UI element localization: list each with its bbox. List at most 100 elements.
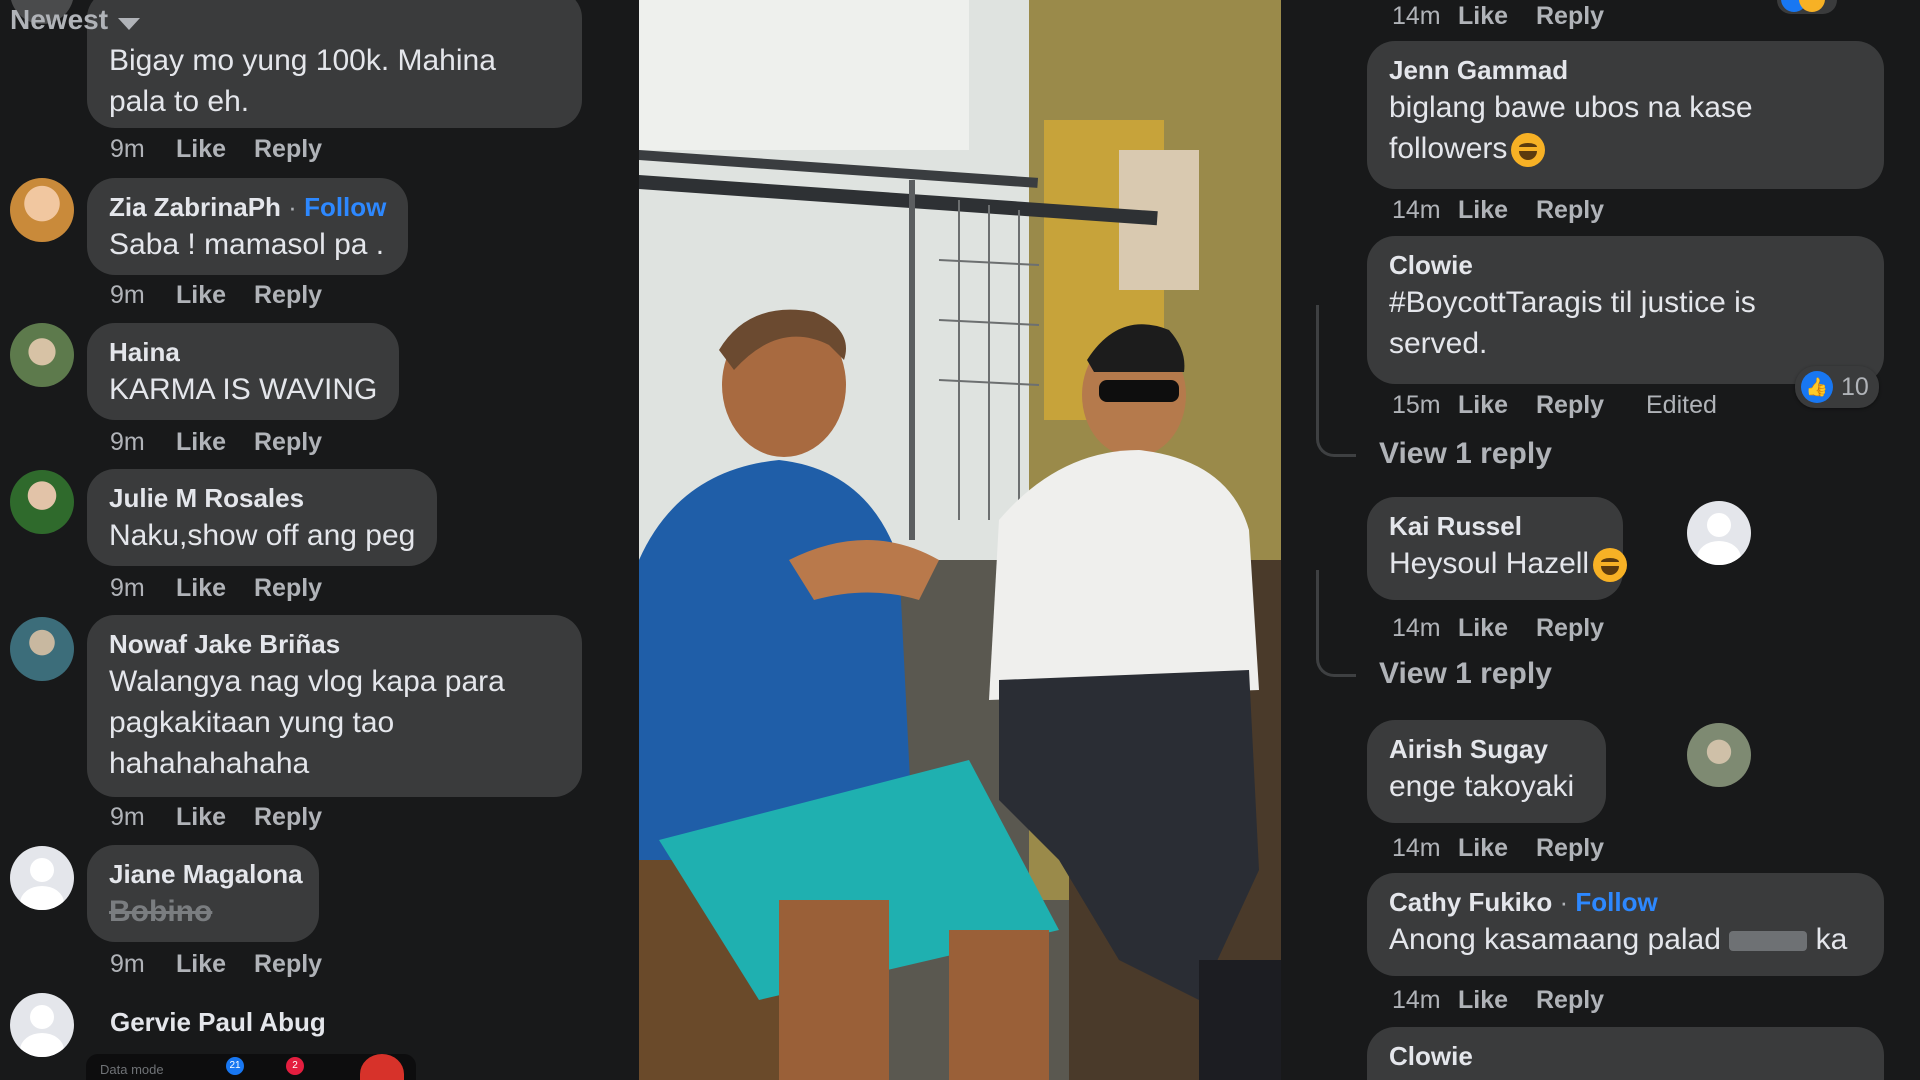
follow-button[interactable]: Follow: [1575, 887, 1657, 917]
left-comments-panel: Newest Bigay mo yung 100k. Mahina pala t…: [0, 0, 639, 1080]
avatar[interactable]: [10, 178, 74, 242]
reply-button[interactable]: Reply: [1536, 196, 1646, 225]
view-replies-link[interactable]: View 1 reply: [1379, 437, 1552, 471]
reply-button[interactable]: Reply: [254, 950, 364, 979]
commenter-name[interactable]: Cathy Fukiko · Follow: [1389, 885, 1862, 919]
comment-time[interactable]: 14m: [1392, 614, 1458, 643]
comment-time[interactable]: 14m: [1392, 2, 1458, 31]
separator-dot: ·: [1559, 887, 1569, 917]
reply-button[interactable]: Reply: [1536, 391, 1646, 420]
commenter-name[interactable]: Nowaf Jake Briñas: [109, 627, 560, 661]
comment-text: Naku,show off ang peg: [109, 519, 416, 552]
comment-actions: 9m Like Reply: [110, 135, 364, 164]
like-button[interactable]: Like: [1458, 614, 1536, 643]
separator-dot: ·: [288, 192, 297, 222]
avatar[interactable]: [1687, 723, 1751, 787]
commenter-name[interactable]: Zia ZabrinaPh · Follow: [109, 190, 386, 224]
avatar[interactable]: [10, 617, 74, 681]
like-button[interactable]: Like: [176, 135, 254, 164]
comment-time[interactable]: 9m: [110, 281, 176, 310]
comment-text-content: Anong kasamaang palad: [1389, 923, 1721, 956]
commenter-name[interactable]: Julie M Rosales: [109, 481, 415, 515]
comment-time[interactable]: 9m: [110, 574, 176, 603]
notification-badge: 2: [286, 1057, 304, 1075]
comment-text: Anong kasamaang palad ka: [1389, 919, 1862, 960]
comment-actions: 9m Like Reply: [110, 281, 364, 310]
like-button[interactable]: Like: [176, 428, 254, 457]
like-button[interactable]: Like: [1458, 986, 1536, 1015]
reply-button[interactable]: Reply: [1536, 614, 1646, 643]
comment-bubble: Jiane Magalona Bobino: [87, 845, 319, 942]
reply-button[interactable]: Reply: [254, 428, 364, 457]
video-player[interactable]: [639, 0, 1281, 1080]
commenter-name[interactable]: Jenn Gammad: [1389, 53, 1862, 87]
commenter-name[interactable]: Airish Sugay: [1389, 732, 1584, 766]
view-replies-link[interactable]: View 1 reply: [1379, 657, 1552, 691]
comment-time[interactable]: 14m: [1392, 834, 1458, 863]
commenter-name[interactable]: Jiane Magalona: [109, 857, 303, 891]
comment-text: Bigay mo yung 100k. Mahina pala to eh.: [109, 44, 496, 118]
comment-actions: 9m Like Reply: [110, 803, 364, 832]
commenter-name[interactable]: Kai Russel: [1389, 509, 1601, 543]
like-button[interactable]: Like: [1458, 196, 1536, 225]
comment-time[interactable]: 9m: [110, 950, 176, 979]
like-button[interactable]: Like: [1458, 391, 1536, 420]
like-button[interactable]: Like: [176, 803, 254, 832]
edited-label: Edited: [1646, 391, 1717, 419]
comment-time[interactable]: 14m: [1392, 196, 1458, 225]
reply-button[interactable]: Reply: [1536, 834, 1646, 863]
commenter-name[interactable]: Clowie: [1389, 248, 1862, 282]
avatar[interactable]: [10, 993, 74, 1057]
reaction-count-value: 10: [1841, 372, 1869, 401]
comment-time[interactable]: 9m: [110, 803, 176, 832]
comment-bubble: Jenn Gammad biglang bawe ubos na kase fo…: [1367, 41, 1884, 189]
like-button[interactable]: Like: [176, 281, 254, 310]
data-mode-label: Data mode: [100, 1062, 164, 1077]
embedded-screenshot-thumbnail: Data mode 21 2: [86, 1054, 416, 1080]
comment-actions: 14m Like Reply: [1392, 986, 1646, 1015]
comment-time[interactable]: 9m: [110, 428, 176, 457]
like-button[interactable]: Like: [176, 574, 254, 603]
haha-reaction-icon: [1799, 0, 1825, 12]
comment-time[interactable]: 15m: [1392, 391, 1458, 420]
comment-text: Walangya nag vlog kapa para pagkakitaan …: [109, 665, 505, 780]
avatar[interactable]: [1687, 501, 1751, 565]
reply-button[interactable]: Reply: [254, 574, 364, 603]
comment-actions: 14m Like Reply: [1392, 834, 1646, 863]
avatar[interactable]: [10, 846, 74, 910]
like-button[interactable]: Like: [1458, 834, 1536, 863]
like-button[interactable]: Like: [176, 950, 254, 979]
comment-bubble: Julie M Rosales Naku,show off ang peg: [87, 469, 438, 566]
reply-button[interactable]: Reply: [254, 281, 364, 310]
notification-badge: 21: [226, 1057, 244, 1075]
sort-dropdown[interactable]: Newest: [10, 4, 141, 36]
reply-button[interactable]: Reply: [254, 135, 364, 164]
commenter-name[interactable]: Clowie: [1389, 1039, 1862, 1073]
comment-bubble: Nowaf Jake Briñas Walangya nag vlog kapa…: [87, 615, 582, 797]
commenter-name[interactable]: Gervie Paul Abug: [110, 1005, 326, 1039]
comment-actions: 9m Like Reply: [110, 950, 364, 979]
comment-time[interactable]: 14m: [1392, 986, 1458, 1015]
commenter-name-text[interactable]: Cathy Fukiko: [1389, 887, 1552, 917]
avatar[interactable]: [10, 323, 74, 387]
comment-text: Saba ! mamasol pa .: [109, 228, 385, 261]
commenter-name-text[interactable]: Zia ZabrinaPh: [109, 192, 281, 222]
reaction-icon: [360, 1054, 404, 1080]
comment-time[interactable]: 9m: [110, 135, 176, 164]
reply-button[interactable]: Reply: [1536, 986, 1646, 1015]
reply-button[interactable]: Reply: [254, 803, 364, 832]
comment-text: KARMA IS WAVING: [109, 373, 378, 406]
comment-actions: 14m Like Reply: [1392, 196, 1646, 225]
commenter-name[interactable]: Haina: [109, 335, 377, 369]
avatar[interactable]: [10, 470, 74, 534]
comment-bubble: Clowie: [1367, 1027, 1884, 1080]
comment-actions: 15m Like Reply Edited: [1392, 391, 1717, 420]
comment-bubble: Zia ZabrinaPh · Follow Saba ! mamasol pa…: [87, 178, 409, 275]
reply-button[interactable]: Reply: [1536, 2, 1646, 31]
reaction-summary[interactable]: [1777, 0, 1837, 14]
comment-text: #BoycottTaragis til justice is served.: [1389, 286, 1756, 360]
like-button[interactable]: Like: [1458, 2, 1536, 31]
follow-button[interactable]: Follow: [304, 192, 386, 222]
reaction-count[interactable]: 👍 10: [1795, 366, 1879, 408]
thread-line: [1316, 570, 1356, 677]
